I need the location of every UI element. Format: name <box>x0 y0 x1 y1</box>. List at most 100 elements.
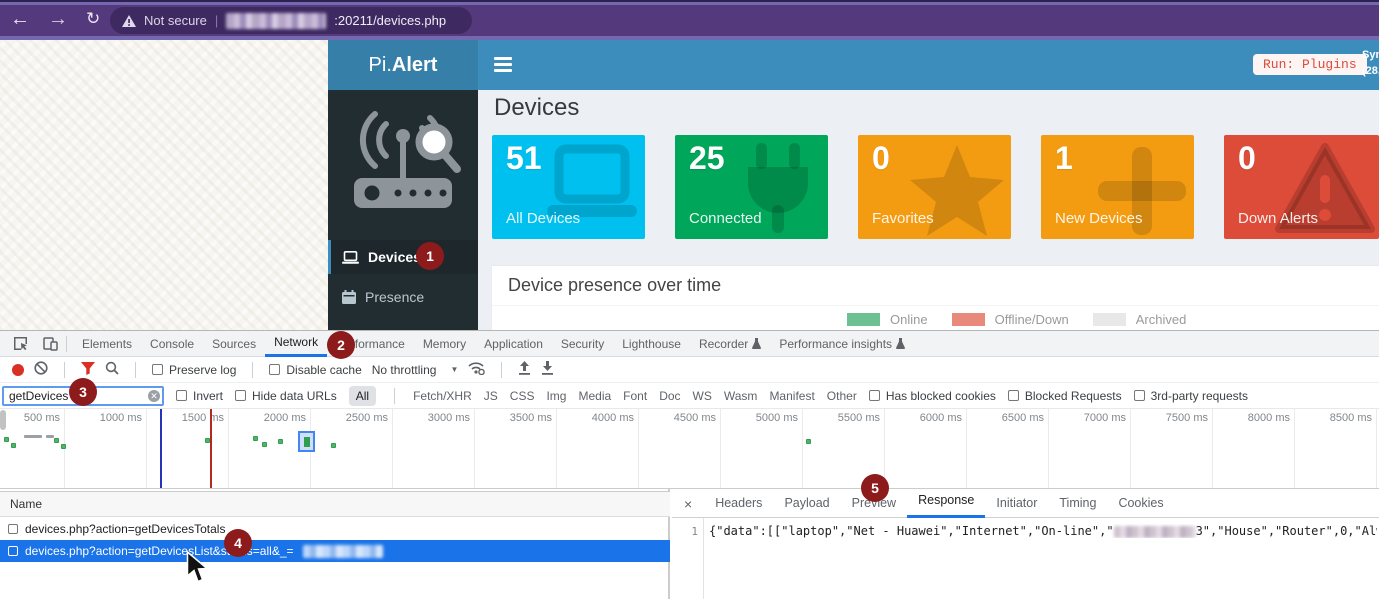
forward-icon[interactable]: → <box>48 5 68 33</box>
divider <box>135 362 136 378</box>
checkbox[interactable] <box>152 364 163 375</box>
checkbox[interactable] <box>869 390 880 401</box>
response-json-text[interactable]: {"data":[["laptop","Net - Huawei","Inter… <box>709 524 1377 538</box>
filter-chip-doc[interactable]: Doc <box>659 389 680 403</box>
request-list-panel: Name devices.php?action=getDevicesTotals… <box>0 489 670 599</box>
timeline-tick: 2000 ms <box>230 412 306 424</box>
router-scan-logo-icon <box>342 94 464 226</box>
divider <box>492 305 1379 306</box>
detail-tab-headers[interactable]: Headers <box>704 491 773 518</box>
timeline-tick: 6500 ms <box>968 412 1044 424</box>
network-conditions-icon[interactable] <box>468 361 485 378</box>
devtools-tab-memory[interactable]: Memory <box>414 331 475 357</box>
checkbox[interactable] <box>8 546 18 556</box>
detail-tab-response[interactable]: Response <box>907 491 985 518</box>
preserve-log-checkbox[interactable]: Preserve log <box>152 363 236 377</box>
annotation-circle-1: 1 <box>416 242 444 270</box>
filter-chip-js[interactable]: JS <box>484 389 498 403</box>
filter-chip-img[interactable]: Img <box>546 389 566 403</box>
filter-chip-font[interactable]: Font <box>623 389 647 403</box>
back-icon[interactable]: ← <box>10 5 30 33</box>
sidebar-item-devices[interactable]: Devices <box>328 240 478 274</box>
timeline-tick: 7500 ms <box>1132 412 1208 424</box>
hide-data-urls-checkbox[interactable]: Hide data URLs <box>235 389 337 403</box>
laptop-icon <box>342 251 359 264</box>
legend-swatch-archived <box>1093 313 1126 326</box>
throttling-dropdown[interactable]: No throttling▼ <box>372 363 459 377</box>
address-bar[interactable]: Not secure | :20211/devices.php <box>110 7 472 34</box>
clear-filter-icon[interactable]: ✕ <box>148 390 160 402</box>
record-network-log-button[interactable] <box>12 364 24 376</box>
close-icon[interactable]: × <box>672 496 704 512</box>
filter-chip-ws[interactable]: WS <box>693 389 712 403</box>
card-value: 0 <box>872 140 890 177</box>
presence-panel-title: Device presence over time <box>508 275 721 296</box>
filter-chip-css[interactable]: CSS <box>510 389 535 403</box>
timeline-scroll-handle[interactable] <box>0 410 6 430</box>
clear-network-log-icon[interactable] <box>34 361 48 378</box>
run-plugins-button[interactable]: Run: Plugins <box>1253 54 1367 75</box>
filter-chip-media[interactable]: Media <box>578 389 611 403</box>
redacted-host <box>226 13 326 29</box>
checkbox[interactable] <box>176 390 187 401</box>
devtools-tab-performance-insights[interactable]: Performance insights <box>770 331 914 357</box>
pialert-top-nav: Run: Plugins Syn (28, <box>478 40 1379 90</box>
devtools-tab-recorder[interactable]: Recorder <box>690 331 770 357</box>
card-new-devices[interactable]: 1 New Devices <box>1041 135 1194 239</box>
sidebar-item-presence[interactable]: Presence <box>328 280 478 314</box>
filter-chip-fetch-xhr[interactable]: Fetch/XHR <box>413 389 472 403</box>
detail-tab-initiator[interactable]: Initiator <box>985 491 1048 518</box>
reload-icon[interactable]: ↻ <box>86 5 100 33</box>
invert-checkbox[interactable]: Invert <box>176 389 223 403</box>
redacted-query-value <box>303 545 383 558</box>
devtools-tab-network[interactable]: Network <box>265 331 327 357</box>
search-icon[interactable] <box>105 361 119 378</box>
page-title: Devices <box>494 94 579 122</box>
timeline-tick: 8500 ms <box>1296 412 1372 424</box>
has-blocked-cookies-checkbox[interactable]: Has blocked cookies <box>869 389 996 403</box>
checkbox[interactable] <box>269 364 280 375</box>
filter-chip-other[interactable]: Other <box>827 389 857 403</box>
request-row-get-devices-totals[interactable]: devices.php?action=getDevicesTotals <box>0 518 670 540</box>
device-toolbar-icon[interactable] <box>40 336 60 351</box>
network-timeline-overview[interactable]: 500 ms 1000 ms 1500 ms 2000 ms 2500 ms 3… <box>0 409 1379 489</box>
devtools-tab-console[interactable]: Console <box>141 331 203 357</box>
request-row-get-devices-list[interactable]: devices.php?action=getDevicesList&status… <box>0 540 670 562</box>
detail-tab-cookies[interactable]: Cookies <box>1107 491 1174 518</box>
checkbox[interactable] <box>1008 390 1019 401</box>
network-toolbar: Preserve log Disable cache No throttling… <box>0 357 1379 383</box>
filter-funnel-icon[interactable] <box>81 362 95 378</box>
inspect-element-icon[interactable] <box>10 336 30 351</box>
legend-swatch-offline <box>952 313 985 326</box>
import-har-icon[interactable] <box>518 361 531 378</box>
checkbox[interactable] <box>235 390 246 401</box>
disable-cache-checkbox[interactable]: Disable cache <box>269 363 361 377</box>
checkbox[interactable] <box>8 524 18 534</box>
detail-tab-timing[interactable]: Timing <box>1048 491 1107 518</box>
devtools-tab-security[interactable]: Security <box>552 331 613 357</box>
devtools-tab-application[interactable]: Application <box>475 331 552 357</box>
filter-chip-all[interactable]: All <box>349 386 376 406</box>
devtools-tab-sources[interactable]: Sources <box>203 331 265 357</box>
third-party-requests-checkbox[interactable]: 3rd-party requests <box>1134 389 1248 403</box>
detail-tab-payload[interactable]: Payload <box>773 491 840 518</box>
filter-chip-wasm[interactable]: Wasm <box>724 389 758 403</box>
sync-status-text: Syn (28, <box>1362 47 1379 79</box>
browser-toolbar: ← → ↻ Not secure | :20211/devices.php <box>0 0 1379 40</box>
request-list-name-header[interactable]: Name <box>0 491 670 517</box>
legend-label-archived: Archived <box>1136 312 1187 327</box>
blocked-requests-checkbox[interactable]: Blocked Requests <box>1008 389 1122 403</box>
timeline-tick: 3500 ms <box>476 412 552 424</box>
hamburger-menu-icon[interactable] <box>494 57 512 73</box>
card-all-devices[interactable]: 51 All Devices <box>492 135 645 239</box>
export-har-icon[interactable] <box>541 361 554 378</box>
card-favorites[interactable]: 0 Favorites <box>858 135 1011 239</box>
pialert-logo[interactable]: Pi.Alert <box>328 40 478 90</box>
card-connected[interactable]: 25 Connected <box>675 135 828 239</box>
filter-chip-manifest[interactable]: Manifest <box>769 389 814 403</box>
card-down-alerts[interactable]: 0 Down Alerts <box>1224 135 1379 239</box>
devtools-tab-lighthouse[interactable]: Lighthouse <box>613 331 690 357</box>
selected-request-marker[interactable] <box>298 431 315 452</box>
devtools-tab-elements[interactable]: Elements <box>73 331 141 357</box>
checkbox[interactable] <box>1134 390 1145 401</box>
